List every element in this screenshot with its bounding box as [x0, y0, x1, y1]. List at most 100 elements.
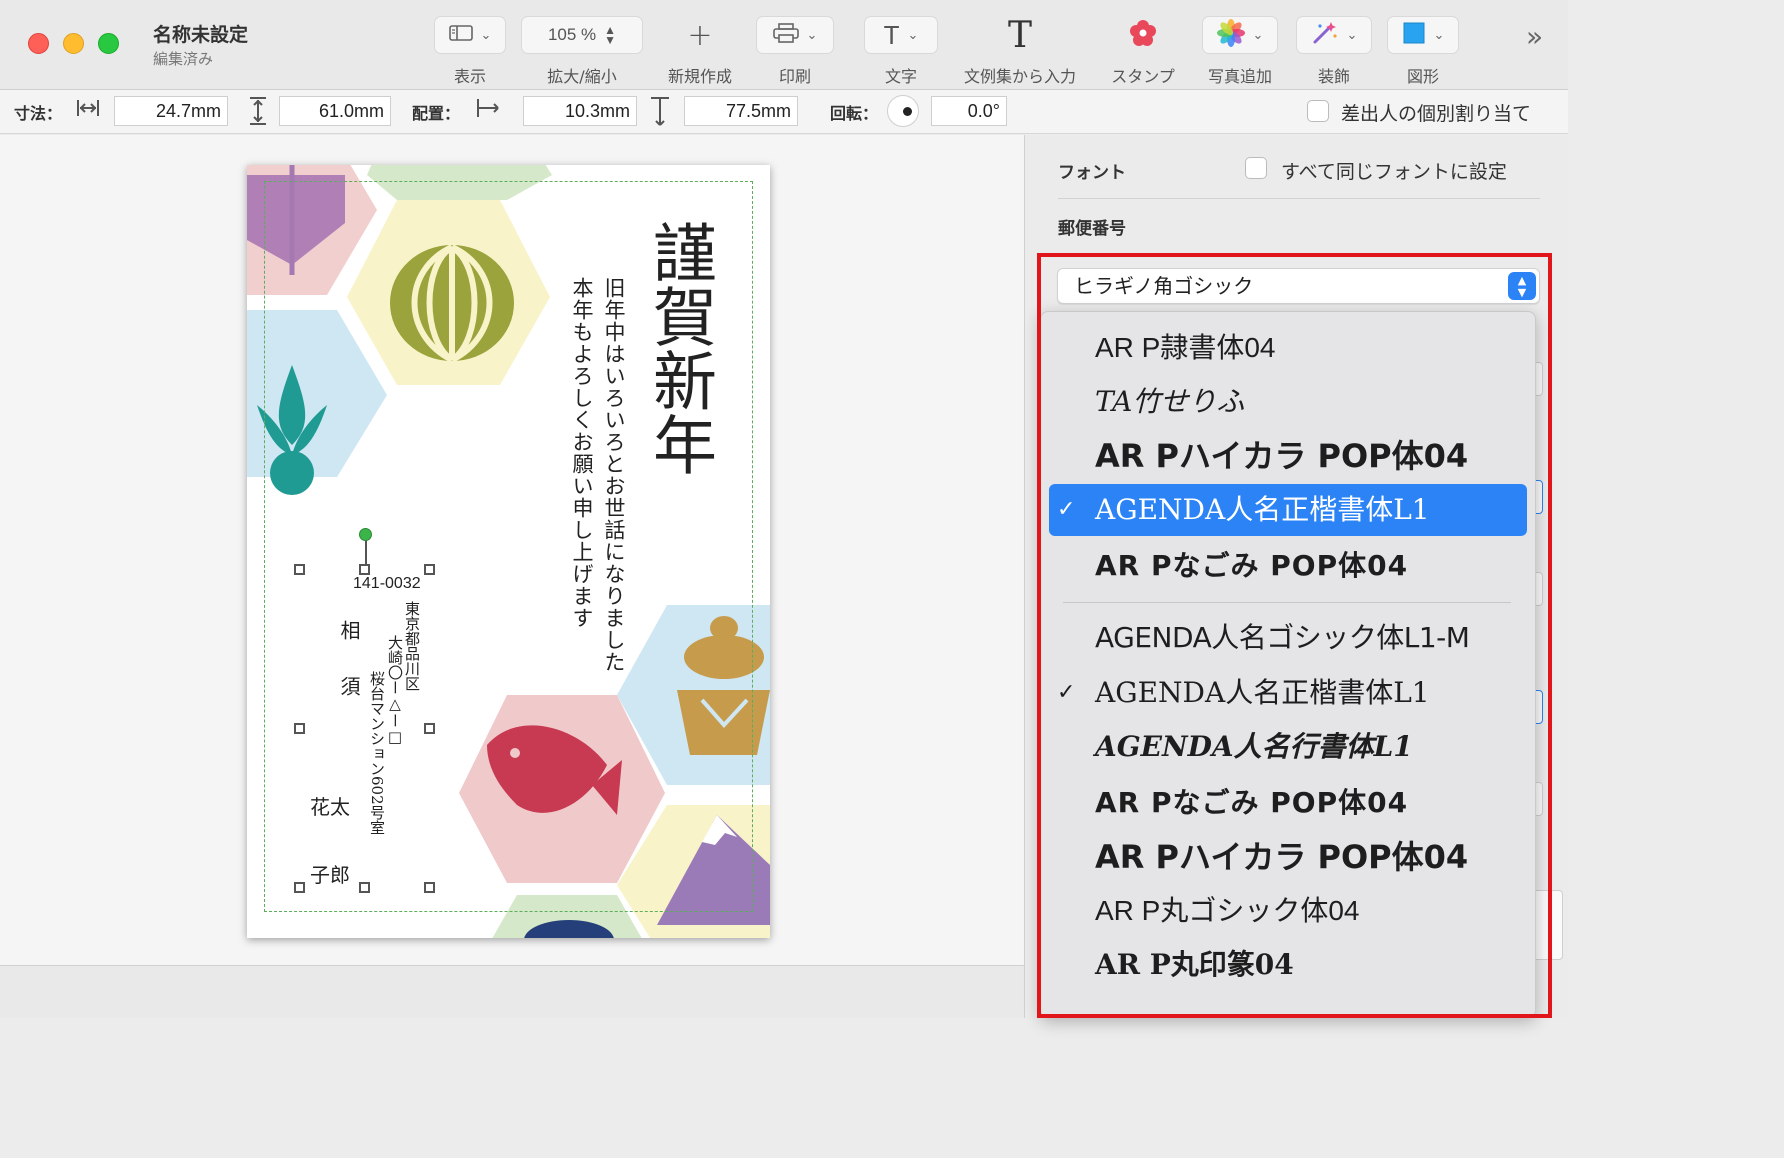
print-label: 印刷 — [778, 67, 811, 86]
rotation-field[interactable]: 0.0° — [931, 96, 1007, 126]
text-label: 文字 — [884, 67, 917, 86]
serif-t-icon: T — [1007, 14, 1032, 56]
sender-address-line-2[interactable]: 大崎〇ー△ー□ — [385, 635, 406, 746]
close-window-button[interactable] — [28, 33, 49, 54]
font-option-label: AGENDA人名行書体L1 — [1095, 730, 1413, 763]
minimize-window-button[interactable] — [63, 33, 84, 54]
font-option-agenda-seikaisho-highlighted[interactable]: ✓ AGENDA人名正楷書体L1 — [1049, 484, 1527, 536]
size-label: 寸法： — [14, 104, 63, 123]
font-option-label: AGENDA人名ゴシック体L1-M — [1095, 621, 1470, 654]
rotation-knob[interactable] — [887, 95, 919, 127]
font-option-label: AR Pハイカラ POP体04 — [1095, 838, 1469, 876]
flower-stamp-icon — [1128, 18, 1158, 52]
checkmark-icon: ✓ — [1057, 680, 1076, 705]
new-tool[interactable]: + 新規作成 — [663, 16, 737, 87]
zoom-value: 105 % — [547, 25, 597, 44]
resize-handle-middle-right[interactable] — [424, 723, 435, 734]
font-option-ar-nagomi-pop[interactable]: AR Pなごみ POP体04 — [1049, 540, 1527, 592]
x-position-icon — [475, 96, 501, 125]
rotation-handle[interactable] — [359, 528, 372, 541]
sender-assign-checkbox[interactable] — [1307, 100, 1329, 122]
chevron-down-icon: ⌄ — [480, 27, 492, 43]
font-option-agenda-seikaisho[interactable]: ✓ AGENDA人名正楷書体L1 — [1049, 667, 1527, 719]
resize-handle-bottom-right[interactable] — [424, 882, 435, 893]
chevron-down-icon: ⌄ — [1252, 27, 1264, 43]
sender-postal-code[interactable]: 141-0032 — [353, 575, 421, 593]
new-year-postcard[interactable]: 謹賀新年 旧年中はいろいろとお世話になりました 本年もよろしくお願い申し上げます… — [247, 165, 770, 938]
chevron-down-icon: ⌄ — [806, 27, 818, 43]
sender-assign-label: 差出人の個別割り当て — [1341, 103, 1532, 125]
photo-tool[interactable]: ⌄ 写真追加 — [1202, 16, 1278, 87]
message-line-2[interactable]: 本年もよろしくお願い申し上げます — [567, 277, 597, 629]
phrase-label: 文例集から入力 — [963, 67, 1076, 86]
print-tool[interactable]: ⌄ 印刷 — [756, 16, 834, 87]
font-option-ar-reisho[interactable]: AR P隷書体04 — [1049, 322, 1527, 374]
x-position-field[interactable]: 10.3mm — [523, 96, 637, 126]
font-option-ar-haikara-pop[interactable]: AR Pハイカラ POP体04 — [1049, 430, 1527, 482]
font-option-ta-takeserif[interactable]: TA竹せりふ — [1049, 376, 1527, 428]
sender-address-line-3[interactable]: 桜台マンション602号室 — [367, 671, 388, 835]
printer-icon — [772, 23, 799, 47]
sender-surname[interactable]: 相須 — [335, 620, 364, 732]
toolbar-overflow-icon[interactable]: » — [1526, 20, 1543, 53]
selected-font-name: ヒラギノ角ゴシック — [1074, 274, 1254, 298]
same-font-label: すべて同じフォントに設定 — [1281, 161, 1507, 183]
position-label: 配置： — [412, 104, 461, 123]
chevron-down-icon: ⌄ — [1433, 27, 1445, 43]
font-option-agenda-gothic[interactable]: AGENDA人名ゴシック体L1-M — [1049, 612, 1527, 664]
resize-handle-top-left[interactable] — [294, 564, 305, 575]
resize-handle-top-center[interactable] — [359, 564, 370, 575]
shape-label: 図形 — [1406, 67, 1439, 86]
height-field[interactable]: 61.0mm — [279, 96, 391, 126]
message-line-1[interactable]: 旧年中はいろいろとお世話になりました — [599, 277, 629, 673]
decor-label: 装飾 — [1317, 67, 1350, 86]
height-arrows-icon — [246, 96, 270, 131]
font-dropdown-menu[interactable]: AR P隷書体04 TA竹せりふ AR Pハイカラ POP体04 ✓ AGEND… — [1040, 311, 1536, 1018]
stamp-tool[interactable]: スタンプ — [1107, 16, 1179, 87]
photos-icon — [1216, 19, 1245, 51]
font-option-label: AGENDA人名正楷書体L1 — [1095, 493, 1430, 526]
magic-wand-icon — [1311, 20, 1339, 50]
resize-handle-top-right[interactable] — [424, 564, 435, 575]
width-field[interactable]: 24.7mm — [114, 96, 228, 126]
decoration-tool[interactable]: ⌄ 装飾 — [1296, 16, 1372, 87]
text-t-icon: T — [883, 19, 900, 50]
greeting-text[interactable]: 謹賀新年 — [642, 220, 716, 476]
font-option-ar-haikara-pop-2[interactable]: AR Pハイカラ POP体04 — [1049, 831, 1527, 883]
chevron-down-icon: ⌄ — [907, 27, 919, 43]
font-option-label: AR P丸ゴシック体04 — [1095, 895, 1360, 926]
sidebar-icon — [448, 24, 473, 46]
square-shape-icon — [1402, 21, 1426, 49]
stamp-label: スタンプ — [1111, 67, 1175, 86]
new-label: 新規作成 — [667, 67, 732, 86]
font-option-label: AR P隷書体04 — [1095, 332, 1276, 363]
document-status: 編集済み — [153, 50, 214, 68]
rotation-label: 回転： — [830, 104, 879, 123]
shape-tool[interactable]: ⌄ 図形 — [1387, 16, 1459, 87]
resize-handle-bottom-center[interactable] — [359, 882, 370, 893]
photo-label: 写真追加 — [1207, 67, 1272, 86]
font-option-ar-maru-gothic[interactable]: AR P丸ゴシック体04 — [1049, 885, 1527, 937]
font-option-ar-maru-inten[interactable]: AR P丸印篆04 — [1049, 939, 1527, 991]
font-option-label: AR P丸印篆04 — [1095, 948, 1294, 981]
phrase-tool[interactable]: T 文例集から入力 — [958, 14, 1082, 87]
panel-divider — [1058, 198, 1540, 199]
resize-handle-middle-left[interactable] — [294, 723, 305, 734]
sender-given-names-2[interactable]: 子郎 — [310, 859, 350, 888]
y-position-field[interactable]: 77.5mm — [684, 96, 798, 126]
stepper-icon[interactable]: ▲ ▼ — [604, 24, 616, 46]
y-position-icon — [648, 96, 672, 133]
chevron-down-icon: ⌄ — [1346, 27, 1358, 43]
postal-font-select[interactable]: ヒラギノ角ゴシック ▲ ▼ — [1057, 268, 1540, 304]
font-option-label: AR Pなごみ POP体04 — [1095, 549, 1409, 582]
zoom-tool[interactable]: 105 % ▲ ▼ 拡大/縮小 — [521, 16, 643, 87]
same-font-checkbox[interactable] — [1245, 157, 1267, 179]
sender-given-names-1[interactable]: 花太 — [310, 791, 350, 820]
zoom-window-button[interactable] — [98, 33, 119, 54]
text-tool[interactable]: T ⌄ 文字 — [864, 16, 938, 87]
font-option-agenda-gyosho[interactable]: AGENDA人名行書体L1 — [1049, 721, 1527, 773]
font-option-ar-nagomi-pop-2[interactable]: AR Pなごみ POP体04 — [1049, 777, 1527, 829]
resize-handle-bottom-left[interactable] — [294, 882, 305, 893]
view-tool[interactable]: ⌄ 表示 — [434, 16, 506, 87]
font-option-label: TA竹せりふ — [1095, 385, 1245, 418]
